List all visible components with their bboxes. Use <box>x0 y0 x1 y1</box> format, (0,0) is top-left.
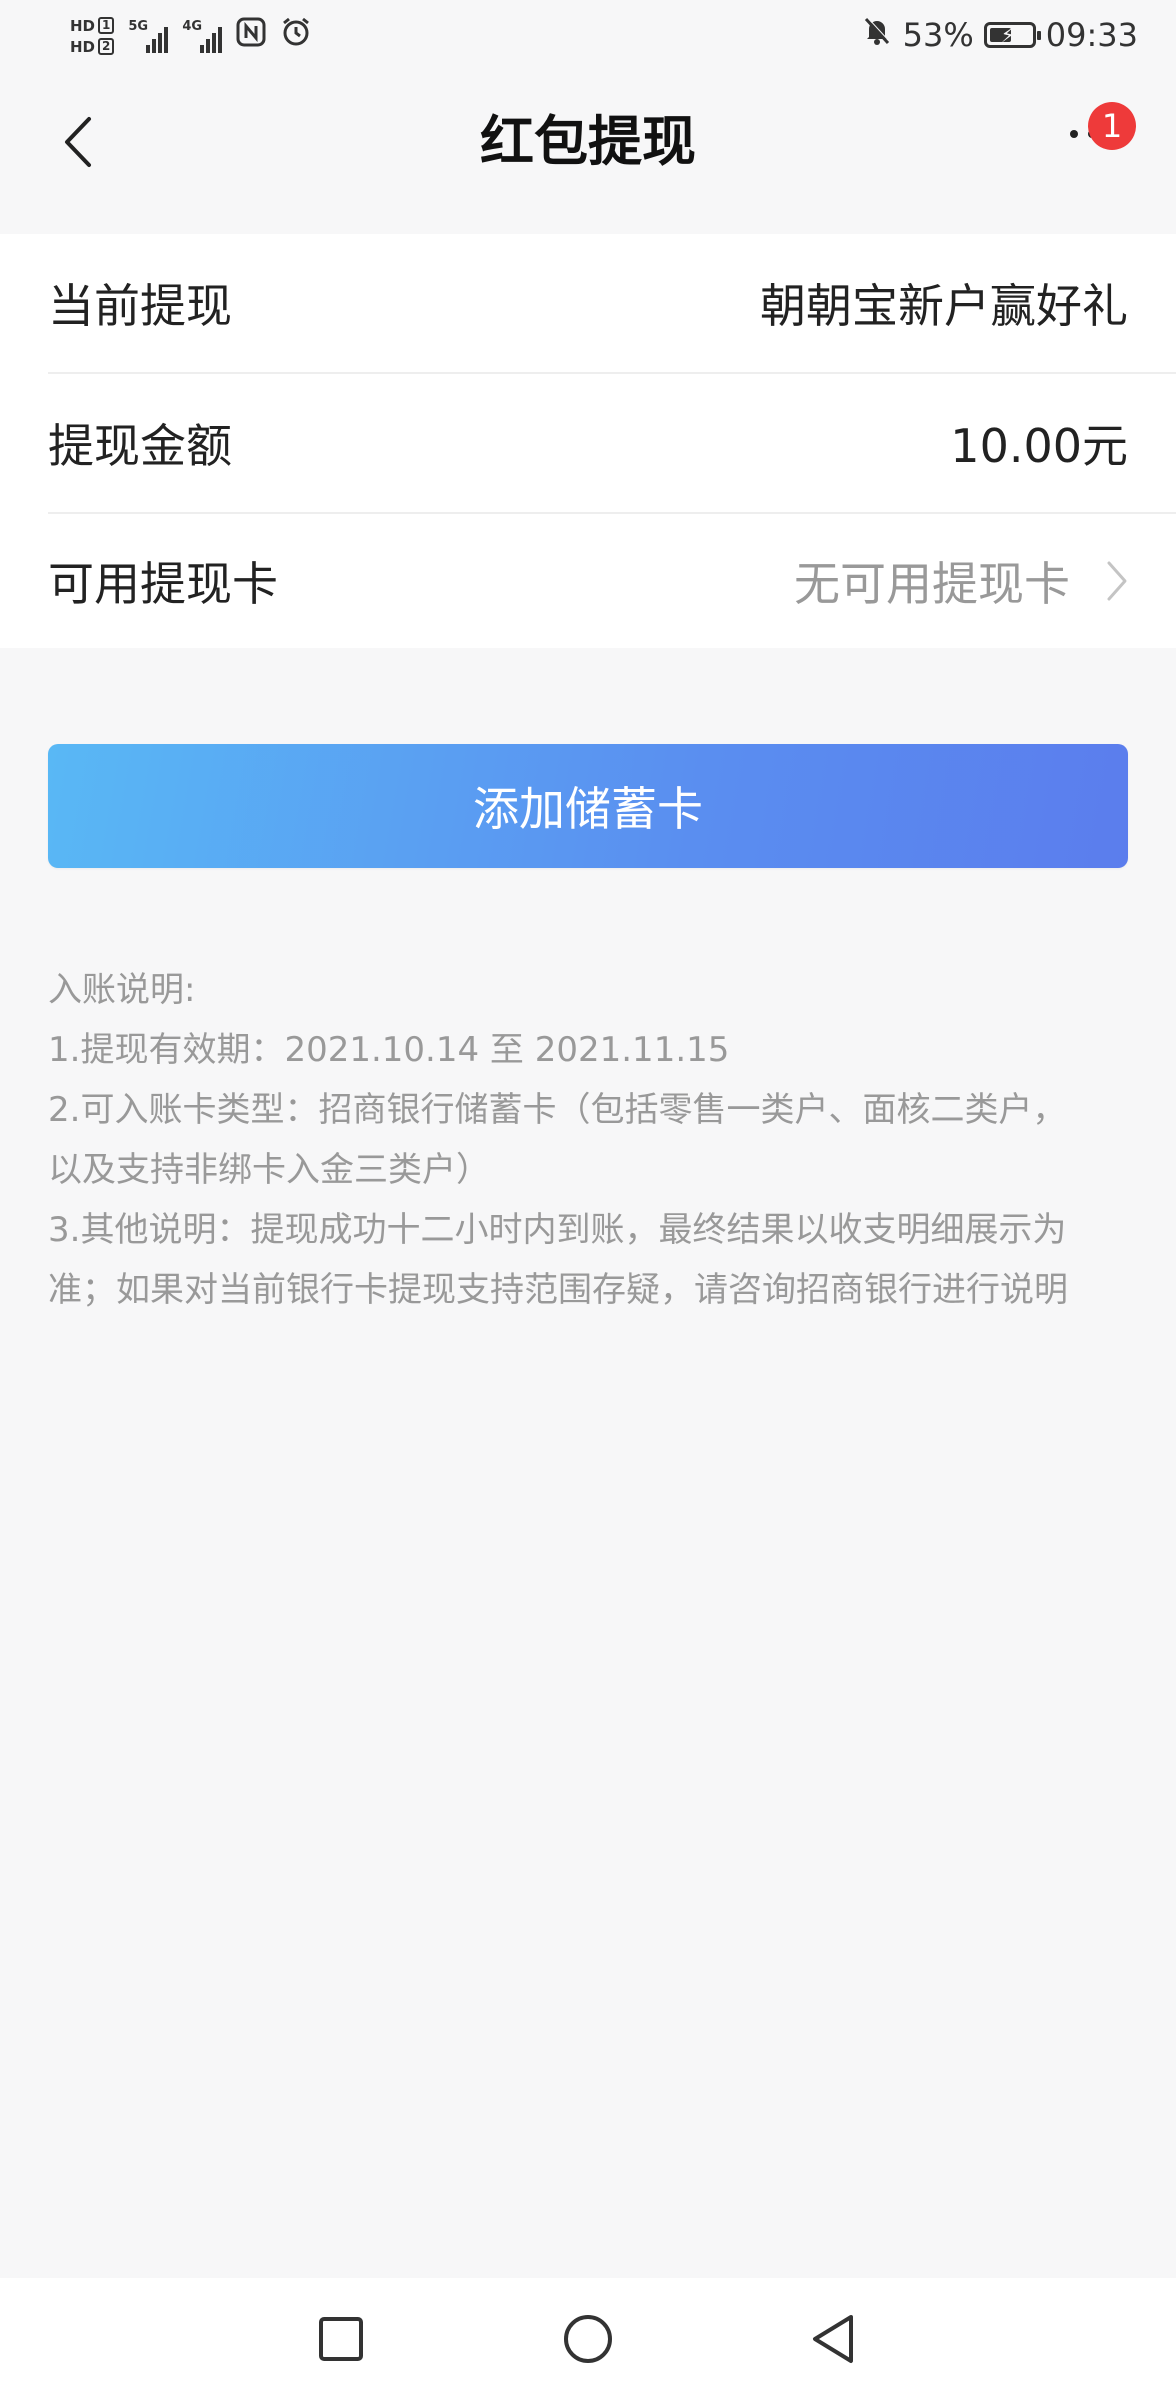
triangle-back-icon <box>813 2315 853 2363</box>
sim1-gen-label: 5G <box>128 19 149 34</box>
nav-bar: 红包提现 1 <box>0 72 1176 234</box>
notification-badge: 1 <box>1088 102 1136 150</box>
sim2-gen-label: 4G <box>182 19 203 34</box>
battery-charging-icon: ⚡ <box>983 22 1041 48</box>
hd1-label: HD <box>70 16 96 35</box>
info-row-current: 当前提现 朝朝宝新户赢好礼 <box>48 234 1128 372</box>
withdraw-info-list: 当前提现 朝朝宝新户赢好礼 提现金额 10.00元 可用提现卡 无可用提现卡 <box>0 234 1176 648</box>
more-button[interactable]: 1 <box>1046 102 1136 182</box>
notes-line: 以及支持非绑卡入金三类户） <box>48 1150 490 1190</box>
hd2-indicator: HD 2 <box>70 37 115 56</box>
notes-line: 入账说明: <box>48 970 196 1010</box>
sim1-signal-icon: 5G <box>128 19 169 53</box>
add-debit-card-button[interactable]: 添加储蓄卡 <box>48 744 1128 868</box>
hd1-slot: 1 <box>98 17 115 34</box>
circle-icon <box>564 2315 612 2363</box>
info-row-card[interactable]: 可用提现卡 无可用提现卡 <box>48 512 1128 650</box>
recent-apps-button[interactable] <box>304 2302 378 2376</box>
bell-muted-icon <box>861 15 893 55</box>
hd2-slot: 2 <box>98 38 115 55</box>
notes-line: 准；如果对当前银行卡提现支持范围存疑，请咨询招商银行进行说明 <box>48 1270 1068 1310</box>
status-time: 09:33 <box>1045 16 1138 54</box>
sim2-signal-icon: 4G <box>182 19 223 53</box>
alarm-icon <box>280 16 312 56</box>
account-notes: 入账说明: 1.提现有效期：2021.10.14 至 2021.11.15 2.… <box>48 960 1138 1320</box>
page-title: 红包提现 <box>480 110 696 173</box>
hd1-indicator: HD 1 <box>70 16 115 35</box>
current-withdraw-label: 当前提现 <box>48 279 232 333</box>
notes-line: 1.提现有效期：2021.10.14 至 2021.11.15 <box>48 1030 730 1070</box>
status-bar: HD 1 HD 2 5G 4G 53% ⚡ 09:33 <box>0 0 1176 72</box>
card-selector[interactable]: 无可用提现卡 <box>794 548 1128 614</box>
card-label: 可用提现卡 <box>48 557 278 611</box>
card-value: 无可用提现卡 <box>794 557 1070 611</box>
back-nav-button[interactable] <box>796 2302 870 2376</box>
amount-label: 提现金额 <box>48 419 232 473</box>
status-right: 53% ⚡ 09:33 <box>861 10 1138 60</box>
hd-indicators: HD 1 HD 2 <box>70 16 115 56</box>
system-nav-bar <box>0 2278 1176 2400</box>
status-left: HD 1 HD 2 5G 4G <box>70 6 312 66</box>
notes-line: 2.可入账卡类型：招商银行储蓄卡（包括零售一类户、面核二类户， <box>48 1090 1067 1130</box>
notes-line: 3.其他说明：提现成功十二小时内到账，最终结果以收支明细展示为 <box>48 1210 1067 1250</box>
square-icon <box>319 2317 363 2361</box>
current-withdraw-value: 朝朝宝新户赢好礼 <box>760 279 1128 333</box>
home-button[interactable] <box>551 2302 625 2376</box>
battery-percent: 53% <box>902 16 974 54</box>
info-row-amount: 提现金额 10.00元 <box>48 374 1128 512</box>
chevron-right-icon <box>1107 561 1127 601</box>
nfc-icon <box>236 17 266 55</box>
amount-value: 10.00元 <box>950 419 1128 473</box>
hd2-label: HD <box>70 37 96 56</box>
